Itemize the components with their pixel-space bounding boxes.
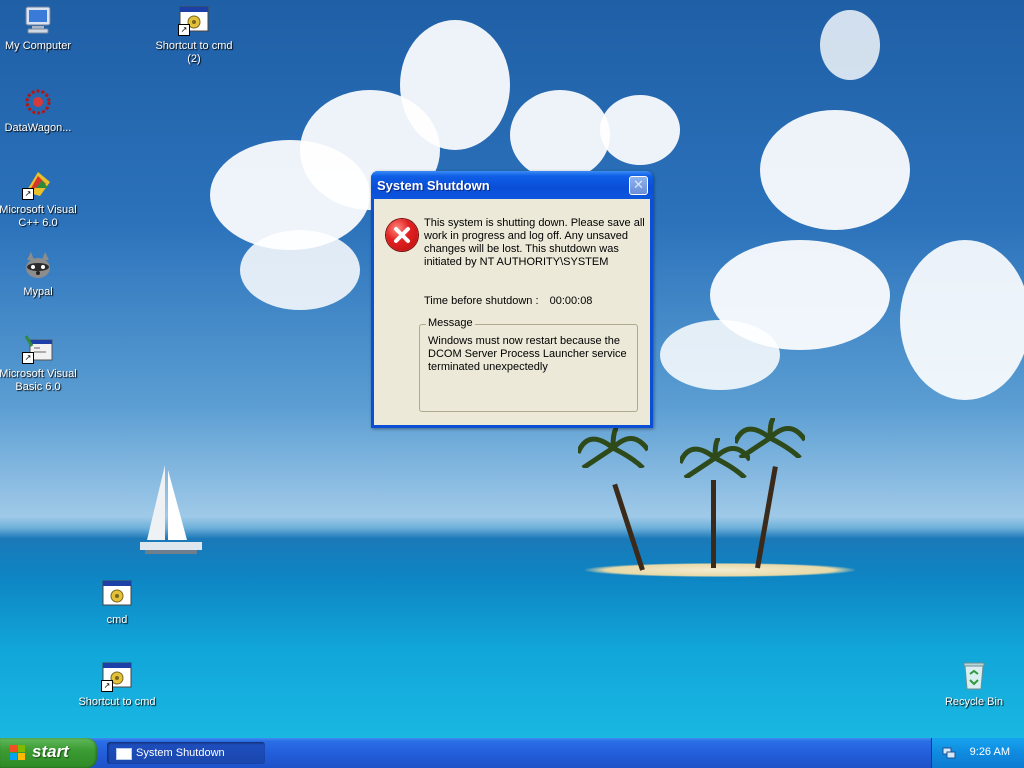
island <box>585 563 855 577</box>
desktop-icon-label: Microsoft Visual C++ 6.0 <box>0 204 77 229</box>
desktop-icon-msvb[interactable]: ↗ Microsoft Visual Basic 6.0 <box>0 332 78 394</box>
message-group-text: Windows must now restart because the DCO… <box>428 335 627 373</box>
palm-leaves <box>578 428 648 468</box>
mypal-raccoon-icon <box>22 250 54 282</box>
visual-cpp-icon: ↗ <box>22 168 54 200</box>
cloud <box>660 320 780 390</box>
dialog-title: System Shutdown <box>377 178 490 193</box>
cloud <box>400 20 510 150</box>
shortcut-arrow-icon: ↗ <box>22 188 34 200</box>
desktop: My Computer DataWagon... ↗ Microsoft Vis… <box>0 0 1024 738</box>
desktop-icon-label: Microsoft Visual Basic 6.0 <box>0 368 77 393</box>
start-label: start <box>32 742 69 761</box>
desktop-icon-cmd[interactable]: cmd <box>77 578 157 627</box>
cloud <box>820 10 880 80</box>
network-icon[interactable] <box>942 746 956 760</box>
shortcut-arrow-icon: ↗ <box>22 352 34 364</box>
palm-trunk <box>612 483 645 571</box>
cmd-window-icon: ↗ <box>178 4 210 36</box>
shortcut-arrow-icon: ↗ <box>178 24 190 36</box>
desktop-icon-label: cmd <box>106 614 128 626</box>
taskbar-item-label: System Shutdown <box>136 747 225 759</box>
desktop-icon-label: Recycle Bin <box>944 696 1004 708</box>
window-icon <box>116 748 132 760</box>
cmd-window-icon: ↗ <box>101 660 133 692</box>
close-button[interactable]: ✕ <box>629 176 648 195</box>
datawagon-icon <box>22 86 54 118</box>
desktop-icon-label: Shortcut to cmd <box>78 696 156 708</box>
cloud <box>510 90 610 180</box>
taskbar: start System Shutdown 9:26 AM <box>0 738 1024 768</box>
dialog-body: This system is shutting down. Please sav… <box>374 199 650 425</box>
shortcut-arrow-icon: ↗ <box>101 680 113 692</box>
sailboat-image <box>140 465 202 554</box>
desktop-icon-label: DataWagon... <box>4 122 72 134</box>
clock[interactable]: 9:26 AM <box>970 746 1010 758</box>
desktop-icon-recycle-bin[interactable]: Recycle Bin <box>934 660 1014 709</box>
cloud <box>760 110 910 230</box>
system-shutdown-dialog: System Shutdown ✕ This system is shuttin… <box>371 171 653 428</box>
desktop-icon-msvc[interactable]: ↗ Microsoft Visual C++ 6.0 <box>0 168 78 230</box>
close-icon: ✕ <box>633 177 644 192</box>
time-label: Time before shutdown : <box>424 295 539 307</box>
visual-basic-icon: ↗ <box>22 332 54 364</box>
cloud <box>600 95 680 165</box>
windows-logo-icon <box>10 745 25 760</box>
message-groupbox: Message Windows must now restart because… <box>419 317 638 412</box>
desktop-icon-my-computer[interactable]: My Computer <box>0 4 78 53</box>
desktop-icon-shortcut-cmd[interactable]: ↗ Shortcut to cmd <box>77 660 157 709</box>
error-icon <box>386 219 418 251</box>
cloud <box>240 230 360 310</box>
palm-trunk <box>755 466 778 569</box>
time-before-shutdown: Time before shutdown : 00:00:08 <box>424 295 592 307</box>
system-tray: 9:26 AM <box>931 738 1024 768</box>
dialog-title-bar[interactable]: System Shutdown ✕ <box>371 171 653 199</box>
palm-trunk <box>711 480 716 568</box>
desktop-icon-label: Mypal <box>23 286 53 298</box>
taskbar-item-system-shutdown[interactable]: System Shutdown <box>107 742 265 764</box>
desktop-icon-mypal[interactable]: Mypal <box>0 250 78 299</box>
recycle-bin-icon <box>958 660 990 692</box>
desktop-icon-shortcut-cmd-2[interactable]: ↗ Shortcut to cmd (2) <box>154 4 234 66</box>
desktop-icon-datawagon[interactable]: DataWagon... <box>0 86 78 135</box>
palm-leaves <box>735 418 805 458</box>
shutdown-message: This system is shutting down. Please sav… <box>424 217 645 268</box>
cmd-window-icon <box>101 578 133 610</box>
message-group-label: Message <box>426 317 475 329</box>
computer-icon <box>22 4 54 36</box>
desktop-icon-label: My Computer <box>4 40 72 52</box>
time-value: 00:00:08 <box>549 295 593 307</box>
cloud <box>900 240 1024 400</box>
desktop-icon-label: Shortcut to cmd (2) <box>155 40 233 65</box>
start-button[interactable]: start <box>0 738 97 768</box>
